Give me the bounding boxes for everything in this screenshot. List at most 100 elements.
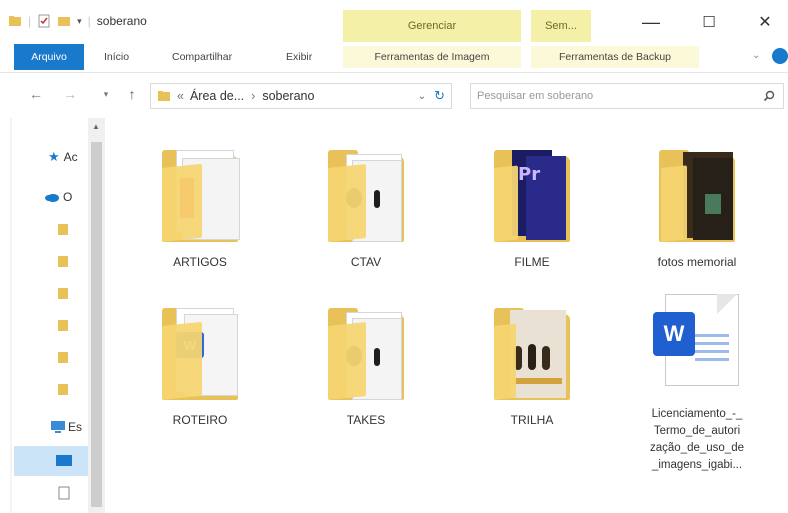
tab-image-tools[interactable]: Ferramentas de Imagem	[343, 46, 521, 68]
context-tab-sem-label: Sem...	[545, 20, 577, 32]
address-dropdown-icon[interactable]: ⌄	[418, 91, 426, 102]
folder-icon	[58, 384, 68, 395]
tab-backup-tools-label: Ferramentas de Backup	[558, 51, 672, 63]
context-tab-manage-label: Gerenciar	[407, 20, 457, 32]
tab-image-tools-label: Ferramentas de Imagem	[374, 51, 490, 63]
nav-item-selected[interactable]	[14, 446, 88, 476]
file-name-line: zação_de_uso_de	[650, 442, 744, 454]
context-tab-sem[interactable]: Sem...	[531, 10, 591, 42]
folder-icon	[58, 224, 68, 235]
breadcrumb-soberano[interactable]: soberano	[262, 89, 314, 103]
nav-item-quick-access[interactable]: ★ Ac	[48, 146, 78, 168]
file-name: ARTIGOS	[173, 255, 227, 269]
scroll-up-icon[interactable]: ▲	[92, 122, 100, 131]
file-name: ROTEIRO	[172, 413, 228, 427]
tab-share[interactable]: Compartilhar	[172, 46, 232, 68]
file-item-trilha[interactable]: TRILHA	[457, 296, 607, 429]
word-document-icon: W	[647, 290, 747, 400]
document-icon	[58, 486, 70, 500]
nav-item-documents[interactable]	[58, 482, 70, 504]
nav-item-folder[interactable]	[58, 218, 68, 240]
file-item-artigos[interactable]: ARTIGOS	[125, 138, 275, 271]
scrollbar-thumb[interactable]	[91, 142, 102, 507]
chevron-down-icon[interactable]: ▾	[77, 16, 82, 27]
folder-icon	[58, 320, 68, 331]
folder-icon	[482, 296, 582, 406]
nav-scrollbar[interactable]: ▲	[88, 118, 105, 513]
folder-icon	[316, 296, 416, 406]
desktop-icon	[56, 455, 72, 466]
file-name-multiline: Licenciamento_-_ Termo_de_autori zação_d…	[622, 406, 772, 474]
nav-item-folder[interactable]	[58, 378, 68, 400]
file-item-licenciamento[interactable]: W Licenciamento_-_ Termo_de_autori zação…	[622, 290, 772, 474]
expand-ribbon-icon[interactable]: ⌄	[752, 50, 760, 61]
folder-icon	[647, 138, 747, 248]
title-bar: | ▾ | soberano Gerenciar Sem... — ☐ ✕	[0, 0, 788, 42]
file-item-takes[interactable]: TAKES	[291, 296, 441, 429]
file-item-ctav[interactable]: CTAV	[291, 138, 441, 271]
nav-item-label: Es	[68, 420, 83, 434]
tab-view[interactable]: Exibir	[286, 46, 312, 68]
back-button[interactable]: ←	[26, 84, 46, 104]
file-item-filme[interactable]: Pr FILME	[457, 138, 607, 271]
folder-icon	[158, 91, 170, 101]
file-name-line: Licenciamento_-_	[651, 408, 743, 420]
refresh-icon[interactable]: ↻	[434, 88, 445, 104]
up-button[interactable]: ↑	[122, 84, 142, 104]
file-item-roteiro[interactable]: W ROTEIRO	[125, 296, 275, 429]
search-input[interactable]: Pesquisar em soberano	[470, 83, 784, 109]
search-icon[interactable]	[763, 90, 775, 102]
folder-icon	[316, 138, 416, 248]
file-name-line: Termo_de_autori	[653, 425, 741, 437]
quick-access-toolbar: | ▾ | soberano	[8, 12, 147, 30]
minimize-button[interactable]: —	[628, 8, 674, 36]
nav-item-folder[interactable]	[58, 282, 68, 304]
ribbon-tabs: Arquivo Início Compartilhar Exibir Ferra…	[0, 42, 788, 73]
file-name: fotos memorial	[657, 255, 737, 269]
file-name: TAKES	[346, 413, 386, 427]
help-icon[interactable]	[772, 48, 788, 64]
tab-file[interactable]: Arquivo	[14, 44, 84, 70]
search-placeholder: Pesquisar em soberano	[477, 90, 594, 102]
folder-icon: Pr	[482, 138, 582, 248]
file-name: TRILHA	[510, 413, 554, 427]
maximize-button[interactable]: ☐	[686, 8, 732, 36]
folder-icon	[150, 138, 250, 248]
tab-view-label: Exibir	[286, 51, 313, 63]
properties-icon[interactable]	[37, 14, 51, 28]
folder-icon	[58, 352, 68, 363]
breadcrumb-desktop[interactable]: Área de...	[190, 89, 244, 103]
star-icon: ★	[48, 149, 60, 164]
context-tab-manage[interactable]: Gerenciar	[343, 10, 521, 42]
file-name-line: _imagens_igabi...	[651, 459, 743, 471]
nav-item-label: O	[63, 190, 73, 204]
nav-item-onedrive[interactable]: O	[44, 186, 72, 208]
nav-item-folder[interactable]	[58, 346, 68, 368]
forward-button[interactable]: →	[60, 84, 80, 104]
pc-icon	[51, 421, 65, 433]
tab-home[interactable]: Início	[104, 46, 129, 68]
tab-backup-tools[interactable]: Ferramentas de Backup	[531, 46, 699, 68]
file-name: CTAV	[350, 255, 382, 269]
address-bar[interactable]: « Área de... › soberano ⌄ ↻	[150, 83, 452, 109]
nav-item-folder[interactable]	[58, 314, 68, 336]
tab-home-label: Início	[104, 51, 130, 63]
file-view: ARTIGOS CTAV Pr FILME fotos memorial ROT…	[110, 118, 788, 513]
tab-share-label: Compartilhar	[172, 51, 233, 63]
close-button[interactable]: ✕	[742, 8, 788, 36]
folder-icon	[9, 16, 21, 26]
window-title: soberano	[96, 14, 147, 28]
address-row: ← → ▾ ↑ « Área de... › soberano ⌄ ↻ Pesq…	[0, 76, 788, 114]
tab-file-label: Arquivo	[31, 51, 67, 63]
folder-icon	[58, 288, 68, 299]
file-name: FILME	[514, 255, 550, 269]
breadcrumb-overflow[interactable]: «	[177, 89, 184, 103]
nav-item-folder[interactable]	[58, 250, 68, 272]
new-folder-icon[interactable]	[57, 14, 71, 28]
file-item-fotos-memorial[interactable]: fotos memorial	[622, 138, 772, 271]
nav-item-this-pc[interactable]: Es	[50, 416, 82, 438]
folder-icon	[58, 256, 68, 267]
recent-locations-button[interactable]: ▾	[96, 84, 116, 104]
cloud-icon	[45, 194, 59, 202]
nav-item-label: Ac	[63, 150, 78, 164]
